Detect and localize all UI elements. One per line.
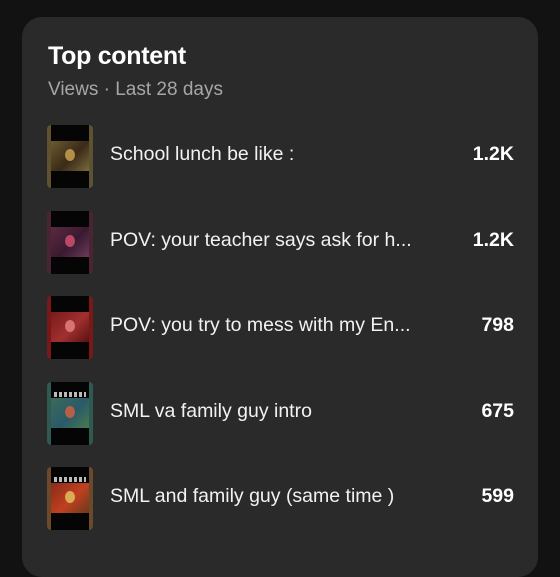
view-count: 599 <box>481 485 514 507</box>
video-thumbnail <box>47 125 93 188</box>
card-title: Top content <box>48 42 186 70</box>
top-content-card: Top content Views · Last 28 days School … <box>22 17 538 577</box>
list-item[interactable]: School lunch be like : 1.2K <box>22 122 538 208</box>
video-title: SML and family guy (same time ) <box>110 485 395 507</box>
list-item[interactable]: SML and family guy (same time ) 599 <box>22 464 538 550</box>
view-count: 675 <box>481 399 514 422</box>
card-subtitle: Views · Last 28 days <box>48 79 223 100</box>
view-count: 1.2K <box>472 228 514 251</box>
video-thumbnail <box>47 210 93 274</box>
video-title: POV: your teacher says ask for h... <box>110 228 412 251</box>
top-content-list: School lunch be like : 1.2K POV: your te… <box>22 122 538 550</box>
view-count: 1.2K <box>472 143 514 165</box>
view-count: 798 <box>481 314 514 336</box>
list-item[interactable]: SML va family guy intro 675 <box>22 379 538 465</box>
list-item[interactable]: POV: your teacher says ask for h... 1.2K <box>22 208 538 294</box>
list-item[interactable]: POV: you try to mess with my En... 798 <box>22 293 538 379</box>
video-thumbnail <box>47 381 93 445</box>
video-title: School lunch be like : <box>110 143 295 165</box>
video-title: SML va family guy intro <box>110 399 312 422</box>
video-thumbnail <box>47 467 93 530</box>
video-thumbnail <box>47 296 93 359</box>
video-title: POV: you try to mess with my En... <box>110 314 411 336</box>
